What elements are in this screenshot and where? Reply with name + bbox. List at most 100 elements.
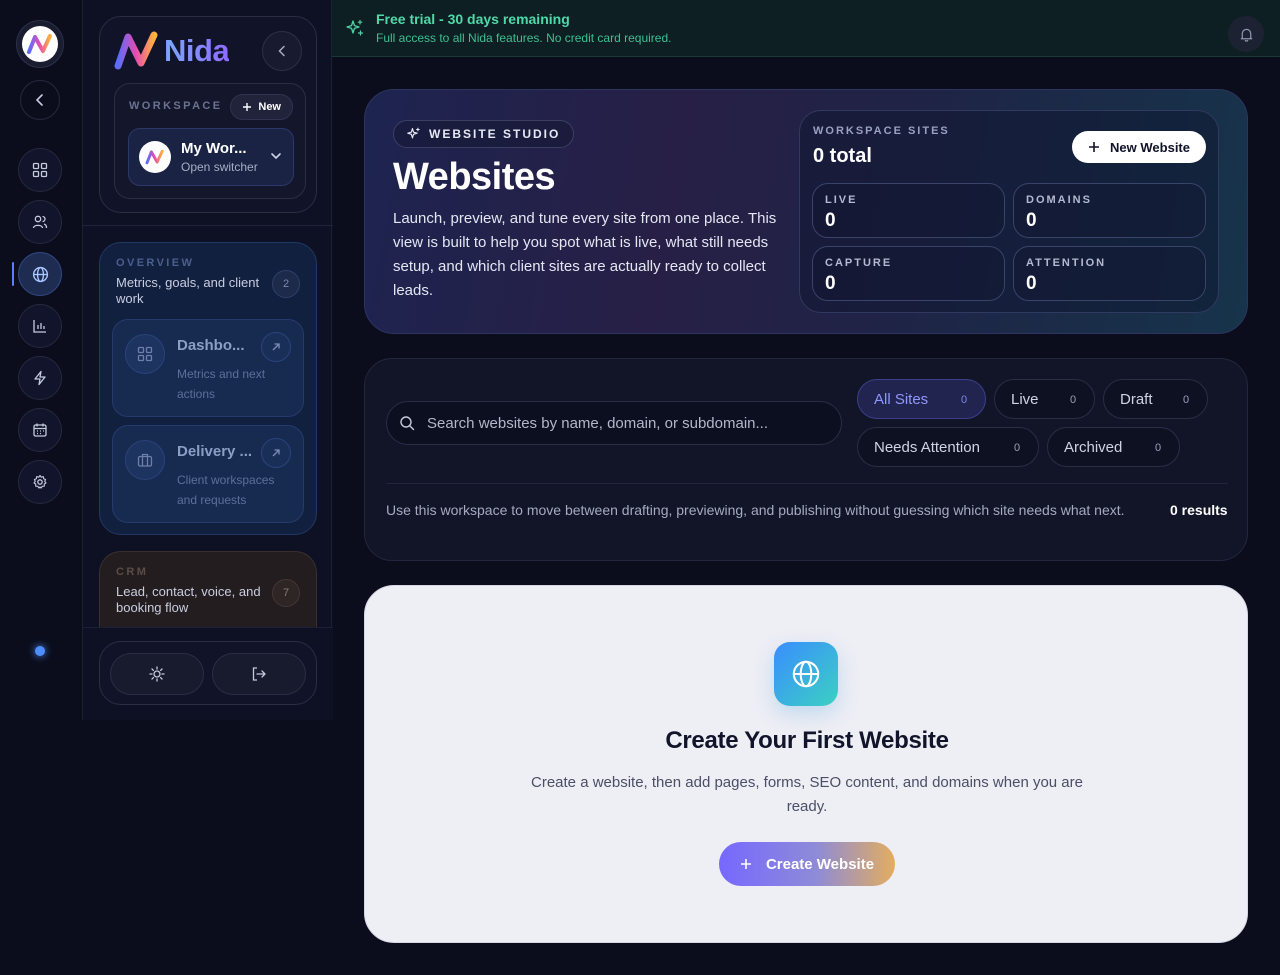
- group-title: Metrics, goals, and client work: [116, 275, 260, 306]
- empty-state-title: Create Your First Website: [665, 727, 949, 754]
- workspace-name: My Wor...: [181, 140, 247, 157]
- filter-chip-draft[interactable]: Draft 0: [1103, 379, 1208, 419]
- group-kicker: CRM: [116, 566, 149, 578]
- workspace-avatar: [139, 141, 171, 173]
- filter-helper-text: Use this workspace to move between draft…: [386, 502, 1125, 518]
- page-title: Websites: [393, 156, 556, 198]
- nav-item-dashboard[interactable]: Dashbo... Metrics and next actions: [112, 319, 304, 417]
- chip-count: 0: [960, 394, 968, 406]
- sparkles-icon: [346, 19, 364, 36]
- side-panel: Nida WORKSPACE New My Wor... Open switch…: [82, 0, 333, 720]
- nav-item-delivery[interactable]: Delivery ... Client workspaces and reque…: [112, 425, 304, 523]
- globe-icon: [32, 266, 48, 282]
- plus-icon: [243, 103, 252, 111]
- nav-item-title: Dashbo...: [177, 337, 245, 354]
- bar-chart-icon: [33, 320, 46, 333]
- stat-value: 0: [825, 210, 836, 231]
- rail-websites-button[interactable]: [18, 252, 62, 296]
- search-input[interactable]: [427, 414, 827, 432]
- trial-title: Free trial - 30 days remaining: [376, 11, 570, 27]
- stat-value: 0: [1026, 273, 1037, 294]
- footer-actions: [99, 641, 317, 705]
- nav-group-overview: OVERVIEW Metrics, goals, and client work…: [99, 242, 317, 535]
- icon-rail: [0, 0, 82, 720]
- search-icon: [400, 416, 415, 431]
- arrow-up-right-icon: [272, 449, 280, 457]
- nida-logo-icon: [27, 34, 52, 54]
- logout-icon: [252, 667, 266, 681]
- rail-automations-button[interactable]: [18, 356, 62, 400]
- status-dot: [35, 646, 45, 656]
- dashboard-grid-icon: [137, 346, 153, 362]
- open-delivery-button[interactable]: [261, 438, 291, 468]
- stat-live: LIVE 0: [812, 183, 1005, 238]
- chevron-left-icon: [35, 94, 43, 106]
- gear-icon: [33, 474, 47, 489]
- nav-item-icon: [125, 334, 165, 374]
- stat-domains: DOMAINS 0: [1013, 183, 1206, 238]
- notifications-button[interactable]: [1228, 16, 1264, 52]
- brand-logo[interactable]: Nida: [114, 31, 230, 71]
- open-dashboard-button[interactable]: [261, 332, 291, 362]
- sparkles-icon: [407, 127, 420, 139]
- chip-label: All Sites: [874, 390, 929, 408]
- chevron-down-icon: [271, 153, 281, 160]
- create-website-button[interactable]: Create Website: [719, 842, 895, 886]
- new-workspace-button[interactable]: New: [230, 94, 293, 120]
- rail-dashboard-button[interactable]: [18, 148, 62, 192]
- collapse-rail-button[interactable]: [20, 80, 60, 120]
- section-pill-label: WEBSITE STUDIO: [429, 127, 561, 141]
- nav-item-description: Client workspaces and requests: [177, 473, 275, 507]
- workspace-stats-card: WORKSPACE SITES 0 total New Website LIVE…: [799, 110, 1219, 313]
- briefcase-icon: [137, 453, 153, 467]
- collapse-sidebar-button[interactable]: [262, 31, 302, 71]
- filter-chip-live[interactable]: Live 0: [994, 379, 1095, 419]
- trial-subtitle: Full access to all Nida features. No cre…: [376, 31, 672, 45]
- rail-analytics-button[interactable]: [18, 304, 62, 348]
- page-description: Launch, preview, and tune every site fro…: [393, 210, 777, 299]
- chip-count: 0: [1182, 394, 1190, 406]
- filter-chip-needs-attention[interactable]: Needs Attention 0: [857, 427, 1039, 467]
- app-logo[interactable]: [16, 20, 64, 68]
- stats-total: 0 total: [813, 145, 872, 167]
- chip-count: 0: [1154, 442, 1162, 454]
- nida-logo-icon: [114, 31, 158, 70]
- filter-chip-all-sites[interactable]: All Sites 0: [857, 379, 986, 419]
- filter-chip-archived[interactable]: Archived 0: [1047, 427, 1180, 467]
- logout-button[interactable]: [212, 653, 306, 695]
- rail-users-button[interactable]: [18, 200, 62, 244]
- stat-value: 0: [1026, 210, 1037, 231]
- group-count: 2: [272, 270, 300, 298]
- nav-item-description: Metrics and next actions: [177, 367, 266, 401]
- stat-label: CAPTURE: [825, 257, 893, 269]
- brand-name: Nida: [164, 33, 230, 68]
- divider: [386, 483, 1228, 484]
- chip-label: Draft: [1120, 390, 1153, 408]
- empty-state-description: Create a website, then add pages, forms,…: [531, 774, 1083, 815]
- stats-kicker: WORKSPACE SITES: [813, 125, 950, 137]
- results-count: 0 results: [1170, 502, 1228, 518]
- new-website-button[interactable]: New Website: [1072, 131, 1206, 163]
- nav-item-icon: [125, 440, 165, 480]
- users-icon: [32, 215, 48, 229]
- new-website-label: New Website: [1110, 139, 1190, 155]
- dashboard-grid-icon: [32, 162, 48, 178]
- filter-panel: All Sites 0 Live 0 Draft 0 Needs Attenti…: [364, 358, 1248, 561]
- new-workspace-label: New: [258, 101, 281, 113]
- workspace-label: WORKSPACE: [129, 100, 223, 112]
- theme-toggle-button[interactable]: [110, 653, 204, 695]
- lightning-icon: [34, 370, 46, 386]
- workspace-switcher[interactable]: My Wor... Open switcher: [128, 128, 294, 186]
- brand-card: Nida WORKSPACE New My Wor... Open switch…: [99, 16, 317, 213]
- chip-label: Live: [1011, 390, 1039, 408]
- group-kicker: OVERVIEW: [116, 257, 195, 269]
- group-title: Lead, contact, voice, and booking flow: [116, 584, 261, 615]
- sidebar-footer: [83, 627, 333, 720]
- stat-attention: ATTENTION 0: [1013, 246, 1206, 301]
- rail-calendar-button[interactable]: [18, 408, 62, 452]
- rail-settings-button[interactable]: [18, 460, 62, 504]
- globe-icon: [774, 642, 838, 706]
- stat-label: ATTENTION: [1026, 257, 1107, 269]
- plus-icon: [1089, 142, 1100, 152]
- rail-active-indicator: [12, 262, 14, 286]
